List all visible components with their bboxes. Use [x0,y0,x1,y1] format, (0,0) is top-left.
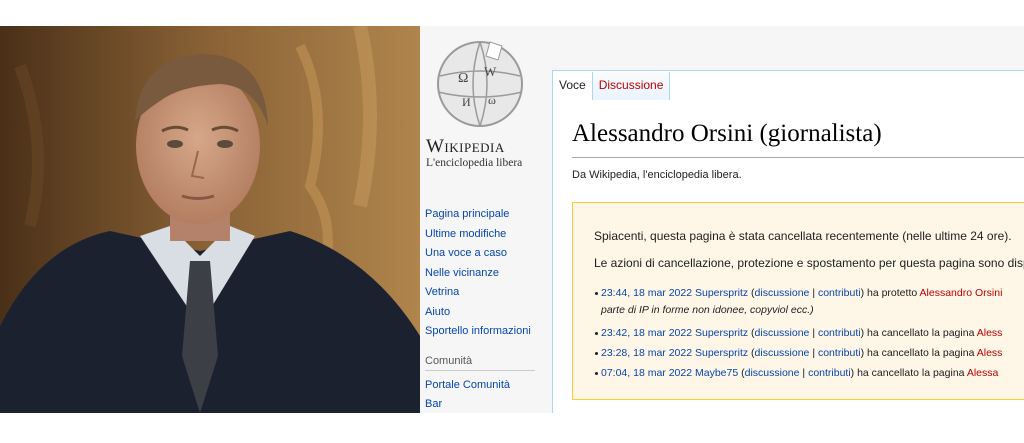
log-target-link[interactable]: Aless [977,327,1003,339]
log-time-link[interactable]: 23:42, 18 mar 2022 [601,327,692,339]
log-entry: 23:44, 18 mar 2022 Superspritz (discussi… [595,285,1003,325]
log-talk-link[interactable]: discussione [755,327,810,339]
log-separator: | [809,327,818,339]
wikipedia-puzzle-globe-icon: Ω W И ω [437,41,523,127]
log-target-link[interactable]: Alessa [967,367,999,379]
log-contrib-link[interactable]: contributi [818,327,861,339]
sidebar-item-portale-comunita[interactable]: Portale Comunità [425,377,545,397]
page-tabs: Voce Discussione [552,72,671,100]
bullet-icon [595,292,598,295]
log-separator: | [809,287,818,299]
log-action: ) ha cancellato la pagina [850,367,967,379]
svg-text:И: И [462,95,471,109]
svg-text:ω: ω [488,93,496,107]
sidebar-navigation: Pagina principale Ultime modifiche Una v… [425,206,545,413]
log-user-link[interactable]: Superspritz [695,327,748,339]
site-subtitle: Da Wikipedia, l'enciclopedia libera. [572,169,742,181]
sidebar-item-pagina-principale[interactable]: Pagina principale [425,206,545,226]
page-title: Alessandro Orsini (giornalista) [572,120,882,147]
log-action: ) ha protetto [860,287,920,299]
person-photo [0,26,420,413]
sidebar-item-ultime-modifiche[interactable]: Ultime modifiche [425,226,545,246]
svg-text:W: W [484,64,497,79]
wikipedia-page: Ω W И ω Wikipedia L'enciclopedia libera … [420,26,1024,413]
bullet-icon [595,372,598,375]
log-contrib-link[interactable]: contributi [818,287,861,299]
log-contrib-link[interactable]: contributi [818,347,861,359]
wikipedia-tagline: L'enciclopedia libera [426,157,523,169]
log-reason: parte di IP in forme non idonee, copyvio… [601,304,814,316]
sidebar-item-sportello-informazioni[interactable]: Sportello informazioni [425,323,545,343]
log-action: ) ha cancellato la pagina [860,347,977,359]
notice-line-log-intro: Le azioni di cancellazione, protezione e… [594,256,1024,270]
bullet-icon [595,352,598,355]
sidebar-item-vetrina[interactable]: Vetrina [425,284,545,304]
log-entry: 23:42, 18 mar 2022 Superspritz (discussi… [595,325,1003,345]
log-contrib-link[interactable]: contributi [808,367,851,379]
log-time-link[interactable]: 07:04, 18 mar 2022 [601,367,692,379]
sidebar-item-una-voce-a-caso[interactable]: Una voce a caso [425,245,545,265]
sidebar-heading-comunita: Comunità [425,355,535,371]
bullet-icon [595,332,598,335]
tab-voce[interactable]: Voce [552,72,593,100]
sidebar-item-aiuto[interactable]: Aiuto [425,304,545,324]
log-user-link[interactable]: Superspritz [695,287,748,299]
log-talk-link[interactable]: discussione [755,287,810,299]
sidebar-item-nelle-vicinanze[interactable]: Nelle vicinanze [425,265,545,285]
log-time-link[interactable]: 23:44, 18 mar 2022 [601,287,692,299]
log-entry: 23:28, 18 mar 2022 Superspritz (discussi… [595,345,1003,365]
tab-discussione[interactable]: Discussione [592,72,671,100]
wikipedia-logo[interactable]: Ω W И ω Wikipedia L'enciclopedia libera [420,26,550,216]
log-user-link[interactable]: Superspritz [695,347,748,359]
log-talk-link[interactable]: discussione [745,367,800,379]
wikipedia-wordmark: Wikipedia [426,136,505,157]
log-action: ) ha cancellato la pagina [860,327,977,339]
log-entry: 07:04, 18 mar 2022 Maybe75 (discussione … [595,365,1002,385]
log-separator: | [799,367,809,379]
log-separator: | [809,347,818,359]
log-talk-link[interactable]: discussione [755,347,810,359]
log-user-link[interactable]: Maybe75 [695,367,738,379]
log-target-link[interactable]: Aless [977,347,1003,359]
svg-text:Ω: Ω [458,71,468,86]
log-target-link[interactable]: Alessandro Orsini [920,287,1003,299]
title-divider [572,157,1024,158]
sidebar-item-bar[interactable]: Bar [425,396,545,413]
notice-line-deleted: Spiacenti, questa pagina è stata cancell… [594,229,1012,243]
log-time-link[interactable]: 23:28, 18 mar 2022 [601,347,692,359]
deletion-notice: Spiacenti, questa pagina è stata cancell… [572,202,1024,400]
log-list: 23:44, 18 mar 2022 Superspritz (discussi… [595,285,1003,385]
